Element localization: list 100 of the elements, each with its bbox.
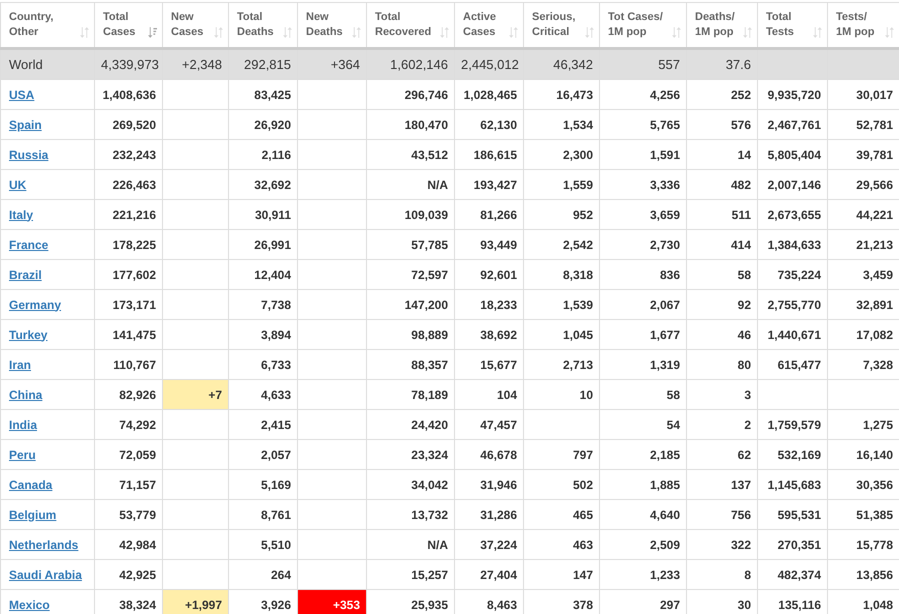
country-link[interactable]: India: [9, 418, 38, 432]
table-cell: 2: [744, 418, 751, 432]
table-cell: 463: [572, 538, 593, 552]
table-cell: 47,457: [480, 418, 517, 432]
table-cell: 4,339,973: [101, 57, 159, 72]
table-cell: 2,467,761: [768, 118, 821, 132]
table-cell: 31,286: [480, 508, 517, 522]
sort-icon[interactable]: [148, 27, 157, 38]
table-cell: 2,542: [562, 238, 593, 252]
table-cell: 62,130: [480, 118, 517, 132]
table-cell: 269,520: [112, 118, 156, 132]
table-cell: 1,759,579: [768, 418, 821, 432]
table-cell: 232,243: [112, 148, 156, 162]
sort-icon[interactable]: [509, 27, 518, 38]
table-cell: 38,692: [480, 328, 517, 342]
table-cell: 53,779: [119, 508, 156, 522]
table-cell: 177,602: [112, 268, 156, 282]
table-cell: 4,640: [650, 508, 680, 522]
table-cell: 38,324: [119, 598, 156, 612]
country-link[interactable]: Italy: [9, 208, 34, 222]
table-cell: 8,761: [260, 508, 291, 522]
table-cell: 3,459: [862, 268, 893, 282]
sort-icon[interactable]: [80, 27, 89, 38]
table-cell: 296,746: [404, 88, 448, 102]
table-cell: 1,534: [562, 118, 593, 132]
table-cell: 557: [658, 57, 680, 72]
table-cell: 72,059: [119, 448, 156, 462]
country-link[interactable]: Peru: [9, 448, 36, 462]
country-link[interactable]: Iran: [9, 358, 32, 372]
country-link[interactable]: Russia: [9, 148, 48, 162]
sort-icon[interactable]: [352, 27, 361, 38]
sort-icon[interactable]: [672, 27, 681, 38]
table-cell: 2,300: [562, 148, 593, 162]
table-cell: 270,351: [778, 538, 821, 552]
table-cell: 226,463: [112, 178, 156, 192]
table-cell: 2,415: [260, 418, 291, 432]
table-cell: 7,328: [862, 358, 893, 372]
table-cell: 836: [660, 268, 680, 282]
table-cell: 414: [730, 238, 751, 252]
table-cell: 21,213: [856, 238, 893, 252]
country-link[interactable]: Brazil: [9, 268, 42, 282]
table-cell: 2,673,655: [768, 208, 821, 222]
table-cell: 297: [660, 598, 680, 612]
sort-icon[interactable]: [214, 27, 223, 38]
country-link[interactable]: Spain: [9, 118, 42, 132]
table-cell: 173,171: [112, 298, 156, 312]
table-cell: 1,559: [562, 178, 593, 192]
table-cell: 3: [744, 388, 751, 402]
sort-icon[interactable]: [743, 27, 752, 38]
table-cell: 2,007,146: [768, 178, 821, 192]
country-link[interactable]: China: [9, 388, 42, 402]
table-cell: 465: [572, 508, 593, 522]
sort-icon[interactable]: [813, 27, 822, 38]
table-cell: 1,045: [562, 328, 593, 342]
table-cell: 5,805,404: [768, 148, 821, 162]
country-link[interactable]: Turkey: [9, 328, 48, 342]
table-cell: N/A: [427, 538, 448, 552]
table-cell: 44,221: [856, 208, 893, 222]
table-cell: 92: [738, 298, 751, 312]
sort-icon[interactable]: [585, 27, 594, 38]
table-cell: 88,357: [411, 358, 448, 372]
table-cell: +364: [330, 57, 360, 72]
table-cell: 193,427: [474, 178, 517, 192]
table-cell: 62: [738, 448, 751, 462]
table-cell: 264: [270, 568, 291, 582]
sort-icon[interactable]: [283, 27, 292, 38]
table-cell: 46,678: [480, 448, 517, 462]
table-cell: 15,257: [411, 568, 448, 582]
table-cell: 378: [572, 598, 593, 612]
table-cell: 141,475: [112, 328, 156, 342]
table-cell: 32,692: [254, 178, 291, 192]
table-cell: +1,997: [184, 598, 222, 612]
table-cell: 5,510: [260, 538, 291, 552]
table-cell: 5,169: [260, 478, 291, 492]
table-cell: 1,885: [650, 478, 680, 492]
table-cell: 16,140: [856, 448, 893, 462]
sort-icon[interactable]: [440, 27, 449, 38]
table-cell: 29,566: [856, 178, 893, 192]
table-cell: 46: [738, 328, 751, 342]
table-cell: 186,615: [474, 148, 517, 162]
table-cell: 1,384,633: [768, 238, 821, 252]
table-cell: 1,275: [862, 418, 893, 432]
table-cell: +2,348: [182, 57, 222, 72]
table-cell: 511: [732, 208, 751, 222]
table-cell: +7: [208, 388, 222, 402]
table-cell: 1,233: [650, 568, 680, 582]
table-cell: 178,225: [112, 238, 156, 252]
country-link[interactable]: UK: [9, 178, 26, 192]
table-cell: 502: [572, 478, 593, 492]
table-cell: 25,935: [411, 598, 448, 612]
table-cell: 221,216: [112, 208, 156, 222]
sort-icon[interactable]: [885, 27, 894, 38]
table-cell: 30: [738, 598, 751, 612]
country-link[interactable]: USA: [9, 88, 34, 102]
table-cell: 43,512: [411, 148, 448, 162]
table-cell: 482: [730, 178, 751, 192]
country-link[interactable]: France: [9, 238, 48, 252]
table-cell: 57,785: [411, 238, 448, 252]
table-cell: 71,157: [119, 478, 156, 492]
table-cell: 80: [738, 358, 751, 372]
